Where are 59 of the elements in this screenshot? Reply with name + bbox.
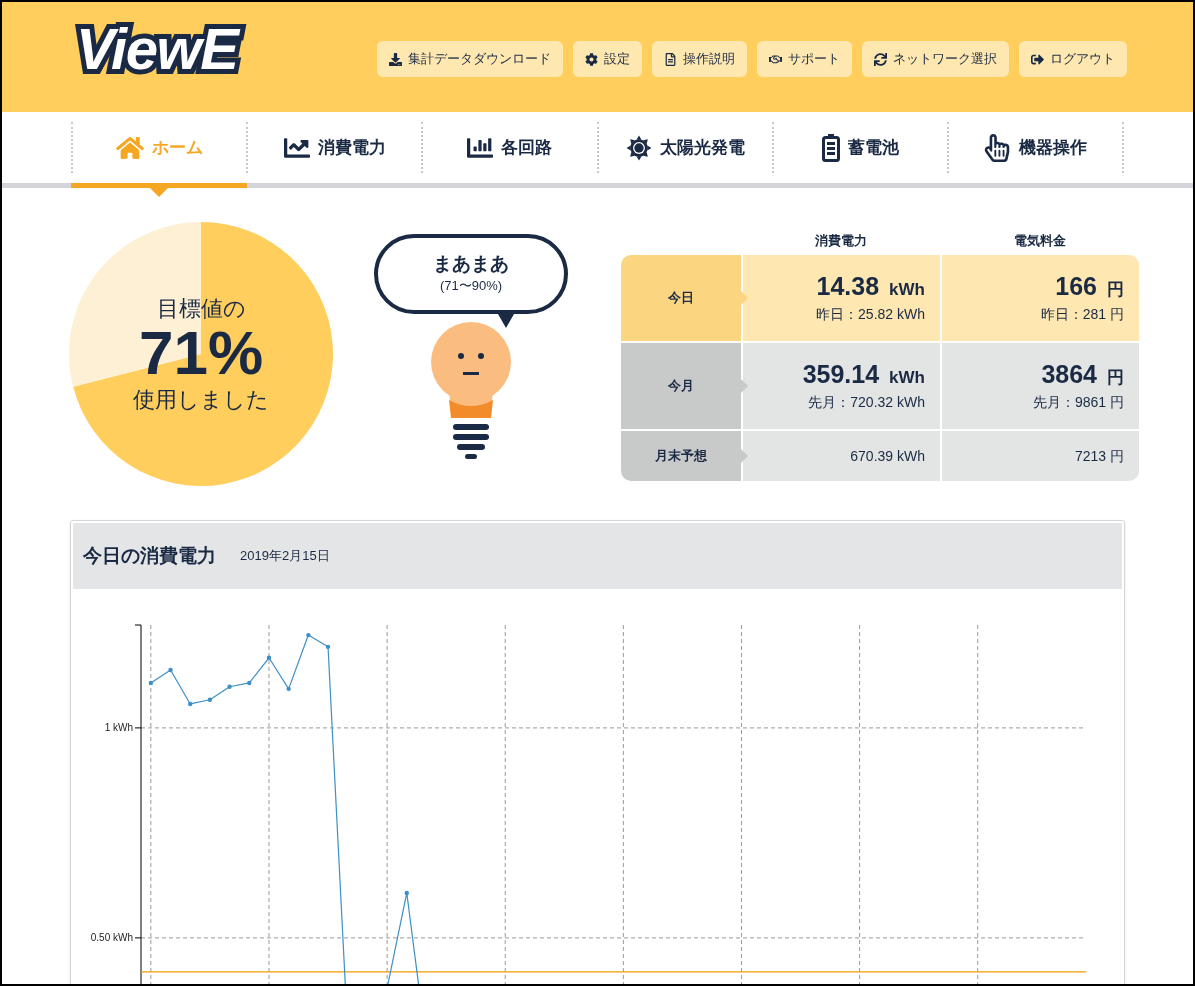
nav-tab[interactable]: 消費電力 — [283, 134, 386, 161]
data-point — [247, 680, 252, 686]
comparison-value: 先月：720.32 kWh — [808, 393, 925, 413]
tab-pointer — [149, 188, 168, 197]
data-point — [188, 701, 193, 707]
refresh-icon — [874, 52, 887, 66]
data-point — [404, 890, 409, 896]
data-point — [325, 644, 331, 650]
table-cell: 7213 円 — [942, 431, 1139, 481]
goal-caption: 目標値の — [156, 294, 246, 322]
download-icon — [389, 52, 402, 66]
header-button[interactable]: 設定 — [573, 41, 642, 77]
header-button[interactable]: 集計データダウンロード — [377, 41, 563, 77]
goal-percent: 71% — [138, 322, 264, 384]
header-button[interactable]: サポート — [757, 41, 852, 77]
axis-tick-label: 0.50 kWh — [90, 932, 133, 944]
header-button[interactable]: ネットワーク選択 — [862, 41, 1009, 77]
document-icon — [664, 52, 677, 66]
nav-tab[interactable]: 太陽光発電 — [625, 134, 745, 161]
main-value: 3864 — [1041, 358, 1097, 390]
value-unit: kWh — [889, 366, 925, 389]
row-label: 今日 — [621, 255, 741, 341]
data-point — [286, 686, 291, 692]
card-title: 今日の消費電力 — [83, 543, 216, 568]
header-button[interactable]: 操作説明 — [652, 41, 747, 77]
data-point — [306, 632, 311, 638]
mood-label: まあまあ — [433, 252, 509, 277]
sun-icon — [625, 134, 652, 161]
row-label: 月末予想 — [621, 431, 741, 481]
data-point — [266, 655, 272, 660]
row-label: 今月 — [621, 343, 741, 429]
settings-icon — [585, 52, 598, 66]
comparison-value: 昨日：281 円 — [1040, 305, 1124, 325]
battery-icon — [821, 133, 840, 162]
data-point — [148, 680, 154, 686]
column-header: 消費電力 — [813, 232, 868, 251]
comparison-value: 昨日：25.82 kWh — [816, 305, 925, 325]
header-button[interactable]: ログアウト — [1019, 41, 1127, 77]
main-value: 166 — [1055, 270, 1097, 302]
main-value: 14.38 — [816, 270, 880, 302]
column-header: 電気料金 — [1012, 232, 1067, 251]
logout-icon — [1031, 52, 1044, 66]
comparison-value: 先月：9861 円 — [1032, 393, 1124, 413]
axis-tick-label: 1 kWh — [104, 722, 133, 734]
mood-range: (71〜90%) — [439, 277, 503, 296]
goal-caption: 使用しました — [133, 386, 269, 414]
value-unit: 円 — [1107, 366, 1124, 389]
nav-tab[interactable]: 機器操作 — [983, 133, 1088, 162]
nav-tab[interactable]: 各回路 — [467, 134, 553, 161]
table-cell: 670.39 kWh — [743, 431, 940, 481]
nav-tab[interactable]: 蓄電池 — [821, 133, 899, 162]
data-point — [168, 667, 173, 673]
main-value: 359.14 — [802, 358, 880, 390]
data-point — [227, 684, 232, 689]
value-unit: 円 — [1107, 278, 1124, 301]
hand-pointer-icon — [983, 133, 1012, 162]
card-date: 2019年2月15日 — [240, 547, 330, 566]
value-unit: kWh — [889, 278, 925, 301]
data-point — [207, 697, 213, 702]
